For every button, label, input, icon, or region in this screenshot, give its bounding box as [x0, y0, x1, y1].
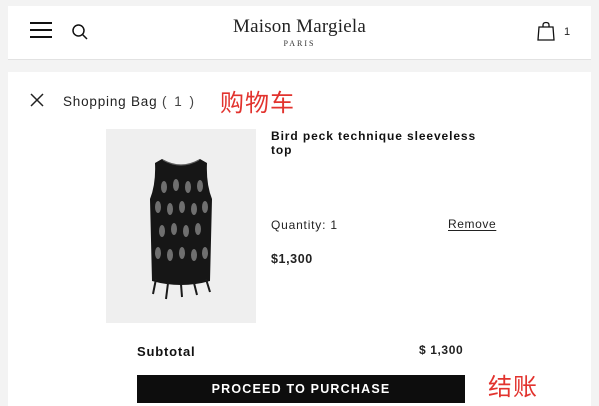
proceed-to-purchase-button[interactable]: PROCEED TO PURCHASE: [137, 375, 465, 403]
annotation-cart: 购物车: [220, 89, 295, 117]
shopping-bag-panel: Shopping Bag ( 1 ) 购物车 Bird peck techniq…: [8, 72, 591, 406]
product-image[interactable]: [106, 129, 256, 323]
shopping-bag-icon[interactable]: [536, 21, 556, 41]
product-name[interactable]: Bird peck technique sleeveless top: [271, 129, 496, 157]
remove-link[interactable]: Remove: [448, 217, 496, 231]
close-icon[interactable]: [30, 93, 44, 107]
bag-title: Shopping Bag ( 1 ): [63, 94, 196, 109]
brand-name: Maison Margiela: [233, 16, 366, 37]
quantity-label: Quantity: 1: [271, 218, 338, 232]
product-top-illustration: [150, 159, 212, 300]
subtotal-value: $ 1,300: [419, 343, 464, 357]
brand-subtitle: PARIS: [283, 39, 316, 48]
bag-count: 1: [564, 26, 571, 38]
bag-title-count: ( 1 ): [162, 94, 197, 109]
bag-title-label: Shopping Bag: [63, 94, 158, 109]
item-price: $1,300: [271, 252, 313, 266]
brand-logo[interactable]: Maison Margiela PARIS: [8, 16, 591, 48]
site-header: Maison Margiela PARIS 1: [8, 6, 591, 60]
annotation-checkout: 结账: [488, 373, 538, 401]
subtotal-label: Subtotal: [137, 344, 196, 359]
